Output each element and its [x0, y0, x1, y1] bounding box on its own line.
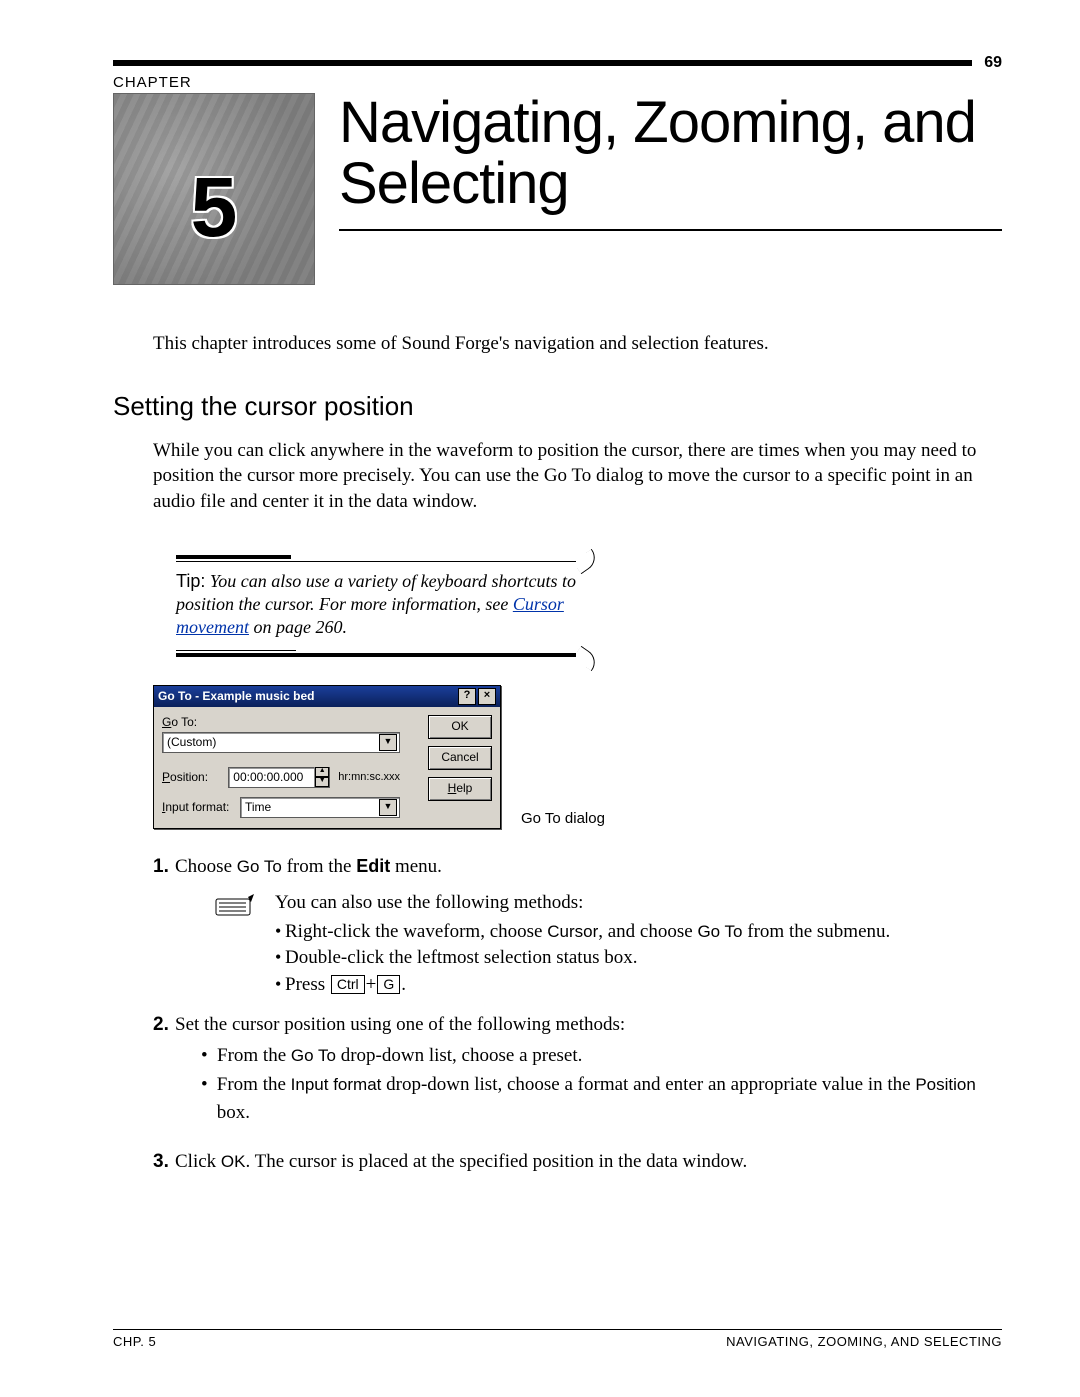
position-unit: hr:mn:sc.xxx	[338, 771, 400, 783]
tip-tail: on page 260.	[249, 617, 347, 637]
goto-label: Go To:	[162, 715, 197, 729]
position-value: 00:00:00.000	[233, 770, 303, 784]
dialog-caption: Go To dialog	[521, 810, 605, 829]
step-2: 2. Set the cursor position using one of …	[153, 1011, 1002, 1138]
step-3: 3. Click OK. The cursor is placed at the…	[153, 1148, 1002, 1176]
titlebar-close-button[interactable]: ×	[478, 688, 496, 705]
page: 69 CHAPTER 5 Navigating, Zooming, and Se…	[0, 0, 1080, 1397]
section-paragraph: While you can click anywhere in the wave…	[153, 438, 1002, 515]
keycap-ctrl: Ctrl	[331, 975, 365, 994]
position-label: Position:	[162, 770, 228, 784]
intro-paragraph: This chapter introduces some of Sound Fo…	[153, 331, 1002, 357]
chapter-number: 5	[114, 159, 314, 256]
format-value: Time	[245, 800, 271, 814]
goto-value: (Custom)	[167, 735, 216, 749]
spinner-arrows[interactable]: ▲▼	[314, 767, 329, 787]
footer-left: CHP. 5	[113, 1334, 156, 1349]
keycap-g: G	[377, 975, 400, 994]
tip-callout: Tip: You can also use a variety of keybo…	[168, 545, 584, 667]
position-input[interactable]: 00:00:00.000 ▲▼	[228, 767, 330, 788]
format-select[interactable]: Time ▼	[240, 797, 400, 818]
step-1: 1. Choose Go To from the Edit menu.	[153, 853, 1002, 881]
page-number: 69	[980, 54, 1002, 72]
dialog-figure: Go To - Example music bed ? × Go To: (Cu…	[153, 685, 1002, 829]
keyboard-icon	[215, 894, 255, 920]
dropdown-icon: ▼	[379, 734, 397, 751]
dialog-titlebar[interactable]: Go To - Example music bed ? ×	[154, 686, 500, 707]
chapter-image: 5	[113, 93, 315, 285]
dialog-title: Go To - Example music bed	[158, 689, 456, 703]
dropdown-icon: ▼	[379, 799, 397, 816]
chapter-label: CHAPTER	[113, 74, 1002, 91]
page-footer: CHP. 5 NAVIGATING, ZOOMING, AND SELECTIN…	[113, 1329, 1002, 1349]
steps-list: 1. Choose Go To from the Edit menu. You …	[153, 853, 1002, 1176]
chapter-header: 5 Navigating, Zooming, and Selecting	[113, 93, 1002, 285]
goto-select[interactable]: (Custom) ▼	[162, 732, 400, 753]
help-button[interactable]: Help	[428, 777, 492, 801]
step-1-note: You can also use the following methods: …	[215, 890, 1002, 998]
titlebar-help-button[interactable]: ?	[458, 688, 476, 705]
section-heading: Setting the cursor position	[113, 391, 1002, 422]
format-label: Input format:	[162, 800, 240, 814]
ok-button[interactable]: OK	[428, 715, 492, 739]
goto-dialog: Go To - Example music bed ? × Go To: (Cu…	[153, 685, 501, 829]
footer-right: NAVIGATING, ZOOMING, AND SELECTING	[726, 1334, 1002, 1349]
cancel-button[interactable]: Cancel	[428, 746, 492, 770]
note-intro: You can also use the following methods:	[275, 890, 890, 917]
chapter-title: Navigating, Zooming, and Selecting	[339, 93, 1002, 215]
tip-label: Tip:	[176, 571, 205, 591]
top-rule: 69	[113, 60, 1002, 70]
